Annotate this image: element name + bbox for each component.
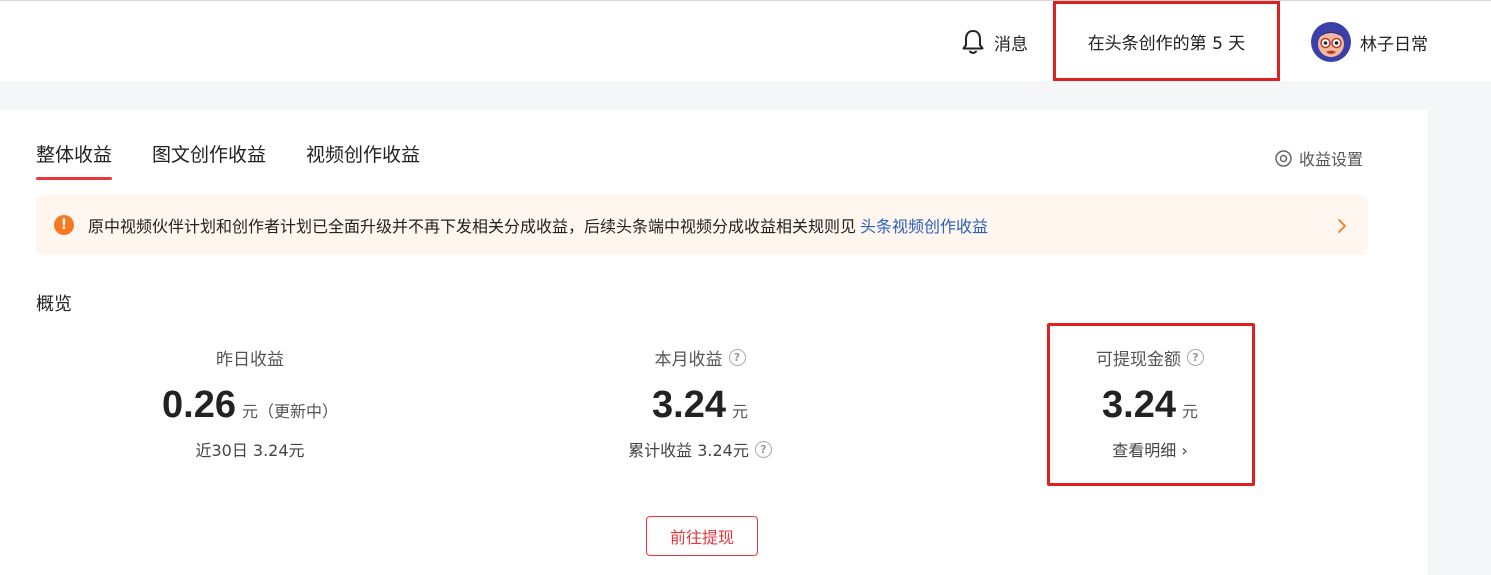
username[interactable]: 林子日常 bbox=[1360, 30, 1428, 55]
earnings-settings-button[interactable]: 收益设置 bbox=[1274, 146, 1363, 170]
yesterday-value: 0.26 bbox=[162, 384, 236, 426]
user-profile[interactable]: 林子日常 bbox=[1311, 22, 1428, 62]
chevron-right-icon[interactable] bbox=[1336, 216, 1348, 236]
help-icon[interactable]: ? bbox=[728, 349, 746, 366]
cumulative-earnings: 累计收益 3.24元 bbox=[628, 441, 749, 460]
month-earnings: 本月收益 ? 3.24 元 累计收益 3.24元 ? bbox=[590, 345, 810, 461]
tab-article-earnings[interactable]: 图文创作收益 bbox=[152, 140, 266, 180]
settings-ring-icon bbox=[1275, 149, 1292, 167]
notice-link[interactable]: 头条视频创作收益 bbox=[860, 213, 988, 237]
notice-banner: ! 原中视频伙伴计划和创作者计划已全面升级并不再下发相关分成收益，后续头条端中视… bbox=[36, 195, 1368, 255]
yesterday-earnings: 昨日收益 0.26 元（更新中） 近30日 3.24元 bbox=[150, 345, 350, 461]
creation-days-text: 在头条创作的第 5 天 bbox=[1087, 33, 1246, 54]
yesterday-unit: 元（更新中） bbox=[241, 402, 338, 421]
tab-video-earnings[interactable]: 视频创作收益 bbox=[306, 140, 420, 180]
month-value: 3.24 bbox=[652, 384, 726, 426]
warning-icon: ! bbox=[54, 215, 74, 235]
messages-label: 消息 bbox=[994, 34, 1028, 55]
earnings-card: 整体收益 图文创作收益 视频创作收益 收益设置 ! 原中视频伙伴计划和创作者计划… bbox=[0, 110, 1428, 575]
messages-button[interactable]: 消息 bbox=[958, 28, 1028, 56]
withdrawable-highlight bbox=[1047, 323, 1255, 486]
withdraw-button[interactable]: 前往提现 bbox=[646, 516, 758, 556]
avatar[interactable] bbox=[1311, 22, 1351, 62]
earnings-tabs: 整体收益 图文创作收益 视频创作收益 bbox=[36, 140, 460, 180]
help-icon[interactable]: ? bbox=[754, 440, 772, 458]
month-label: 本月收益 bbox=[654, 350, 723, 370]
creation-days-highlight: 在头条创作的第 5 天 bbox=[1053, 1, 1280, 81]
top-header: 消息 在头条创作的第 5 天 林子日常 bbox=[0, 0, 1491, 81]
notice-text: 原中视频伙伴计划和创作者计划已全面升级并不再下发相关分成收益，后续头条端中视频分… bbox=[88, 217, 857, 236]
overview-title: 概览 bbox=[36, 294, 72, 315]
bell-icon bbox=[962, 30, 984, 54]
month-unit: 元 bbox=[731, 402, 748, 421]
last-30-days: 近30日 3.24元 bbox=[195, 441, 305, 460]
tab-overall-earnings[interactable]: 整体收益 bbox=[36, 140, 113, 180]
settings-label: 收益设置 bbox=[1299, 150, 1364, 169]
yesterday-label: 昨日收益 bbox=[216, 350, 284, 370]
